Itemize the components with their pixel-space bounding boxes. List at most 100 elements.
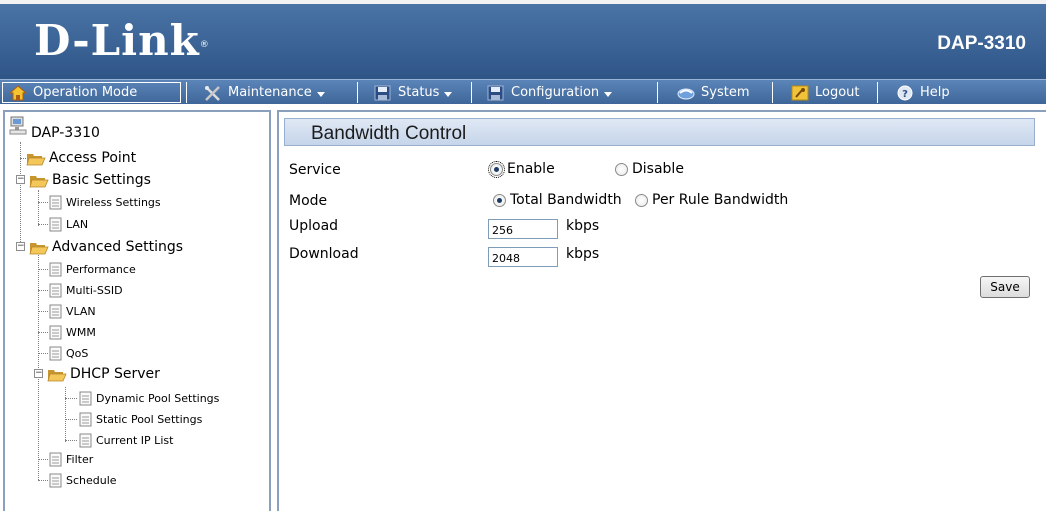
tree-item-lan[interactable]: LAN — [49, 217, 88, 232]
service-label: Service — [289, 162, 341, 178]
tree-item-label: LAN — [66, 218, 89, 231]
tree-item-label: DHCP Server — [70, 366, 160, 382]
tree-item-label: Current IP List — [96, 434, 174, 447]
tools-icon — [204, 85, 222, 101]
document-icon — [49, 325, 62, 340]
document-icon — [49, 283, 62, 298]
page-title: Bandwidth Control — [311, 123, 467, 144]
service-disable-label: Disable — [632, 161, 684, 177]
tree-line — [38, 269, 48, 270]
service-enable-radio[interactable] — [488, 160, 505, 178]
tree-line — [65, 387, 66, 442]
chevron-down-icon — [316, 91, 325, 97]
mode-per-rule-label: Per Rule Bandwidth — [652, 192, 789, 208]
tree-item-current-ip-list[interactable]: Current IP List — [79, 433, 173, 448]
service-disable-radio[interactable] — [615, 162, 628, 176]
tree-line — [65, 440, 77, 441]
tree-item-static-pool[interactable]: Static Pool Settings — [79, 412, 202, 427]
tree-item-label: Access Point — [49, 150, 137, 166]
menu-separator — [877, 82, 878, 103]
collapse-toggle[interactable]: − — [34, 369, 43, 378]
tree-line — [38, 202, 48, 203]
tree-item-multi-ssid[interactable]: Multi-SSID — [49, 283, 123, 298]
tree-line — [65, 398, 77, 399]
tree-line — [38, 311, 48, 312]
section-title-bar: Bandwidth Control — [284, 118, 1035, 146]
document-icon — [79, 412, 92, 427]
download-input[interactable]: 2048 — [488, 247, 558, 267]
tree-item-label: Filter — [66, 453, 94, 466]
menu-maintenance[interactable]: Maintenance — [204, 82, 325, 103]
upload-unit: kbps — [566, 218, 600, 234]
menu-separator — [186, 82, 187, 103]
navigation-tree: DAP-3310 Access Point − Basic Settings W… — [3, 110, 271, 511]
menu-logout[interactable]: Logout — [791, 82, 860, 103]
collapse-toggle[interactable]: − — [16, 175, 25, 184]
floppy-disk-icon — [487, 85, 505, 101]
folder-open-icon — [29, 240, 49, 255]
upload-input[interactable]: 256 — [488, 219, 558, 239]
tree-item-wmm[interactable]: WMM — [49, 325, 96, 340]
mode-total-label: Total Bandwidth — [510, 192, 622, 208]
tree-item-advanced-settings[interactable]: Advanced Settings — [29, 239, 183, 255]
document-icon — [49, 262, 62, 277]
mode-per-rule-option[interactable]: Per Rule Bandwidth — [635, 192, 788, 208]
menu-help[interactable]: ? Help — [896, 82, 950, 103]
tree-item-basic-settings[interactable]: Basic Settings — [29, 172, 151, 188]
tree-root[interactable]: DAP-3310 — [9, 116, 100, 141]
service-enable-option[interactable]: Enable — [488, 160, 555, 178]
tree-item-access-point[interactable]: Access Point — [26, 150, 136, 166]
menu-status-label: Status — [398, 85, 440, 100]
folder-open-icon — [26, 151, 46, 166]
main-panel: Bandwidth Control Service Enable Disable… — [277, 110, 1046, 511]
tree-item-vlan[interactable]: VLAN — [49, 304, 96, 319]
tree-item-label: Advanced Settings — [52, 239, 184, 255]
menu-logout-label: Logout — [815, 85, 860, 100]
registered-mark: ® — [199, 40, 210, 50]
tree-line — [38, 480, 48, 481]
tree-item-dynamic-pool[interactable]: Dynamic Pool Settings — [79, 391, 219, 406]
tree-item-performance[interactable]: Performance — [49, 262, 136, 277]
download-unit: kbps — [566, 246, 600, 262]
computer-icon — [9, 116, 29, 136]
document-icon — [49, 195, 62, 210]
tree-item-qos[interactable]: QoS — [49, 346, 88, 361]
tree-root-label: DAP-3310 — [31, 125, 100, 141]
menu-separator — [357, 82, 358, 103]
menu-separator — [772, 82, 773, 103]
svg-text:?: ? — [902, 89, 908, 100]
document-icon — [49, 452, 62, 467]
tree-item-label: Wireless Settings — [66, 196, 161, 209]
chevron-down-icon — [444, 91, 453, 97]
tree-line — [38, 459, 48, 460]
menu-system[interactable]: System — [677, 82, 749, 103]
document-icon — [49, 304, 62, 319]
tree-item-schedule[interactable]: Schedule — [49, 473, 117, 488]
model-name: DAP-3310 — [937, 33, 1026, 54]
menu-operation-mode-label: Operation Mode — [33, 85, 138, 100]
service-disable-option[interactable]: Disable — [615, 161, 684, 177]
tree-item-label: WMM — [66, 326, 96, 339]
menu-maintenance-label: Maintenance — [228, 85, 312, 100]
folder-open-icon — [47, 367, 67, 382]
mode-total-option[interactable]: Total Bandwidth — [493, 192, 622, 208]
mode-total-radio[interactable] — [493, 193, 506, 207]
document-icon — [79, 433, 92, 448]
tree-item-dhcp-server[interactable]: DHCP Server — [47, 366, 160, 382]
menu-help-label: Help — [920, 85, 950, 100]
tree-item-filter[interactable]: Filter — [49, 452, 93, 467]
menu-status[interactable]: Status — [374, 82, 453, 103]
tree-item-label: Basic Settings — [52, 172, 151, 188]
tree-item-label: VLAN — [66, 305, 96, 318]
folder-open-icon — [29, 173, 49, 188]
collapse-toggle[interactable]: − — [16, 242, 25, 251]
logo-text: D-Link — [34, 16, 200, 65]
tree-line — [38, 332, 48, 333]
tree-item-wireless-settings[interactable]: Wireless Settings — [49, 195, 161, 210]
dlink-logo: D-Link® — [34, 17, 210, 65]
save-button[interactable]: Save — [980, 276, 1030, 298]
menu-configuration[interactable]: Configuration — [487, 82, 613, 103]
document-icon — [49, 473, 62, 488]
menu-operation-mode[interactable]: Operation Mode — [2, 82, 181, 103]
mode-per-rule-radio[interactable] — [635, 193, 648, 207]
